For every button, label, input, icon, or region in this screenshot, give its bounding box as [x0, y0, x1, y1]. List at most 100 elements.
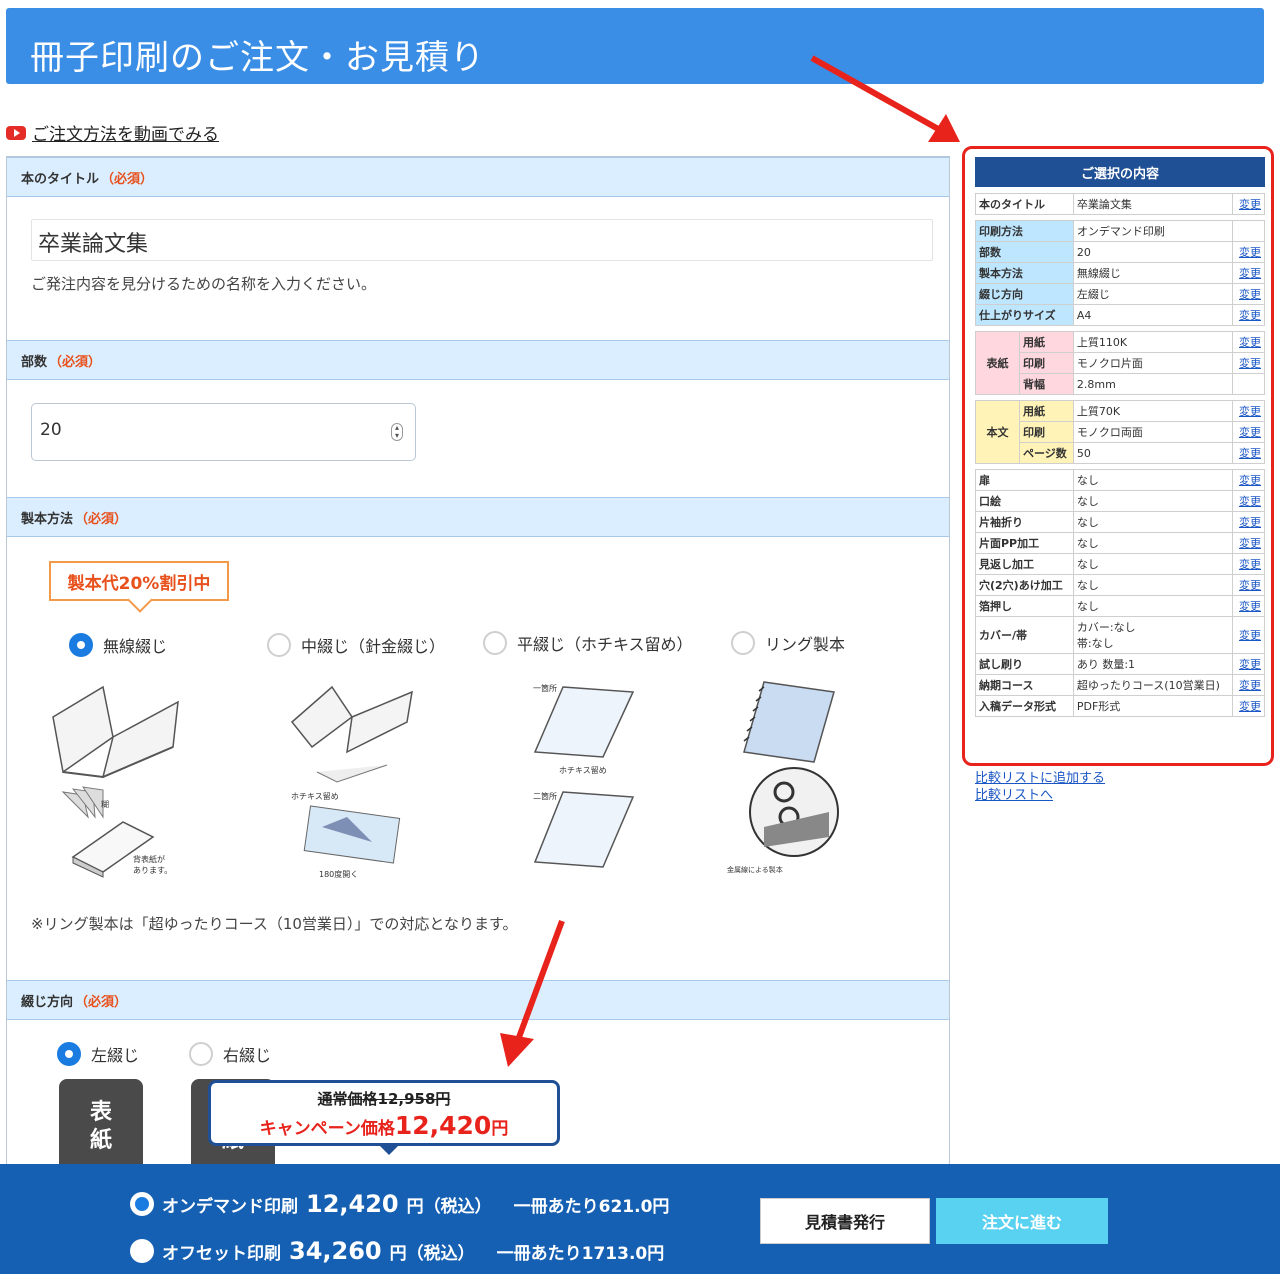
compare-list-link[interactable]: 比較リストへ: [975, 787, 1105, 804]
change-link[interactable]: 変更: [1232, 532, 1265, 554]
summary-key: カバー/帯: [975, 616, 1074, 654]
summary-value: なし: [1072, 469, 1234, 491]
caption-saddle-1: ホチキス留め: [291, 791, 339, 801]
price-popup: 通常価格12,958円 キャンペーン価格12,420円: [208, 1080, 560, 1155]
change-link[interactable]: 変更: [1232, 490, 1265, 512]
flat-stitch-illustration: 一箇所 ホチキス留め 二箇所: [533, 683, 635, 868]
ring-binding-illustration: 金属線による製本: [727, 681, 839, 874]
quote-button[interactable]: 見積書発行: [760, 1198, 930, 1244]
change-link[interactable]: 変更: [1232, 674, 1265, 696]
book-title-input[interactable]: 卒業論文集: [31, 219, 933, 261]
summary-row: 仕上がりサイズ A4 変更: [975, 304, 1265, 326]
summary-key: 口絵: [975, 490, 1074, 512]
change-link[interactable]: 変更: [1232, 241, 1265, 263]
campaign-label: キャンペーン価格: [259, 1119, 395, 1139]
summary-value: 卒業論文集: [1072, 193, 1234, 215]
ondemand-price-option[interactable]: オンデマンド印刷 12,420 円（税込） 一冊あたり621.0円: [130, 1190, 669, 1218]
summary-row: 本文 用紙 上質70K 変更: [975, 400, 1265, 464]
direction-option-label: 左綴じ: [91, 1046, 140, 1065]
caption-saddle-2: 180度開く: [319, 869, 358, 879]
binding-option-saddle[interactable]: 中綴じ（針金綴じ）: [267, 633, 445, 657]
required-mark: （必須）: [101, 171, 154, 187]
page-title: 冊子印刷のご注文・お見積り: [30, 38, 485, 78]
change-link[interactable]: 変更: [1232, 400, 1265, 422]
change-link[interactable]: 変更: [1232, 262, 1265, 284]
section-label: 綴じ方向: [21, 994, 74, 1010]
summary-key: 用紙: [1019, 400, 1074, 422]
summary-value: 50: [1072, 442, 1234, 464]
saddle-stitch-illustration: ホチキス留め 180度開く: [290, 685, 413, 879]
change-link[interactable]: 変更: [1232, 616, 1265, 654]
change-link[interactable]: 変更: [1232, 442, 1265, 464]
order-button[interactable]: 注文に進む: [936, 1198, 1108, 1244]
binding-option-flat[interactable]: 平綴じ（ホチキス留め）: [483, 631, 693, 655]
summary-value: モノクロ両面: [1072, 421, 1234, 443]
direction-option-left[interactable]: 左綴じ: [57, 1042, 139, 1066]
caption-ring-1: 金属線による製本: [727, 865, 783, 874]
binding-option-perfect[interactable]: 無線綴じ: [69, 633, 167, 657]
price-value: 34,260: [289, 1237, 382, 1265]
regular-price: 通常価格12,958円: [317, 1090, 451, 1108]
change-link[interactable]: 変更: [1232, 469, 1265, 491]
summary-key: 綴じ方向: [975, 283, 1074, 305]
summary-value: 上質70K: [1072, 400, 1234, 422]
summary-key: ページ数: [1019, 442, 1074, 464]
summary-key: 片袖折り: [975, 511, 1074, 533]
radio-selected-icon: [130, 1192, 154, 1216]
annotation-arrow-top: [810, 55, 960, 142]
summary-key: 納期コース: [975, 674, 1074, 696]
change-link[interactable]: 変更: [1232, 653, 1265, 675]
radio-icon: [483, 631, 507, 655]
video-link[interactable]: ご注文方法を動画でみる: [6, 120, 219, 145]
caption-perfect-2: 背表紙が: [133, 854, 165, 864]
change-link[interactable]: 変更: [1232, 595, 1265, 617]
summary-key: 仕上がりサイズ: [975, 304, 1074, 326]
summary-key: 印刷: [1019, 421, 1074, 443]
copies-input[interactable]: 20: [31, 403, 416, 461]
radio-selected-icon: [57, 1042, 81, 1066]
price-unit: 円（税込）: [406, 1197, 492, 1217]
summary-row: 箔押し なし 変更: [975, 595, 1265, 617]
summary-row: カバー/帯 カバー:なし 帯:なし 変更: [975, 616, 1265, 654]
radio-icon: [130, 1239, 154, 1263]
discount-badge: 製本代20%割引中: [49, 561, 229, 601]
section-binding-header: 製本方法 （必須）: [7, 497, 949, 537]
change-link[interactable]: 変更: [1232, 574, 1265, 596]
radio-icon: [189, 1042, 213, 1066]
page-header: 冊子印刷のご注文・お見積り: [6, 8, 1264, 84]
change-link[interactable]: 変更: [1232, 283, 1265, 305]
summary-row: 製本方法 無線綴じ 変更: [975, 262, 1265, 284]
caption-flat-1: 一箇所: [533, 683, 557, 693]
copies-stepper[interactable]: ▴ ▾: [391, 423, 403, 441]
change-link[interactable]: 変更: [1232, 352, 1265, 374]
change-link[interactable]: 変更: [1232, 695, 1265, 717]
radio-selected-icon: [69, 633, 93, 657]
summary-row: 背幅 2.8mm: [976, 373, 1265, 395]
selection-summary-panel: ご選択の内容 本のタイトル 卒業論文集 変更 印刷方法 オンデマンド印刷 部数 20 変更 製本…: [962, 146, 1274, 766]
ring-note: ※リング製本は「超ゆったりコース（10営業日）」での対応となります。: [31, 915, 518, 933]
empty-cell: [1232, 373, 1265, 395]
caption-flat-3: 二箇所: [533, 791, 557, 801]
radio-icon: [731, 631, 755, 655]
change-link[interactable]: 変更: [1232, 193, 1265, 215]
offset-price-option[interactable]: オフセット印刷 34,260 円（税込） 一冊あたり1713.0円: [130, 1237, 664, 1265]
change-link[interactable]: 変更: [1232, 331, 1265, 353]
summary-key: 穴(2穴)あけ加工: [975, 574, 1074, 596]
binding-option-ring[interactable]: リング製本: [731, 631, 845, 655]
video-link-label: ご注文方法を動画でみる: [32, 125, 219, 145]
direction-option-right[interactable]: 右綴じ: [189, 1042, 271, 1066]
required-mark: （必須）: [49, 354, 102, 370]
change-link[interactable]: 変更: [1232, 511, 1265, 533]
change-link[interactable]: 変更: [1232, 421, 1265, 443]
add-compare-link[interactable]: 比較リストに追加する: [975, 770, 1105, 787]
summary-key: 本のタイトル: [975, 193, 1074, 215]
change-link[interactable]: 変更: [1232, 304, 1265, 326]
summary-key: 片面PP加工: [975, 532, 1074, 554]
print-method-name: オンデマンド印刷: [162, 1197, 298, 1217]
summary-row: 本のタイトル 卒業論文集 変更: [975, 193, 1265, 215]
change-link[interactable]: 変更: [1232, 553, 1265, 575]
campaign-value: 12,420: [394, 1111, 492, 1140]
summary-row: 表紙 用紙 上質110K 変更: [975, 331, 1265, 395]
binding-option-label: 平綴じ（ホチキス留め）: [517, 635, 693, 654]
direction-option-label: 右綴じ: [223, 1046, 272, 1065]
